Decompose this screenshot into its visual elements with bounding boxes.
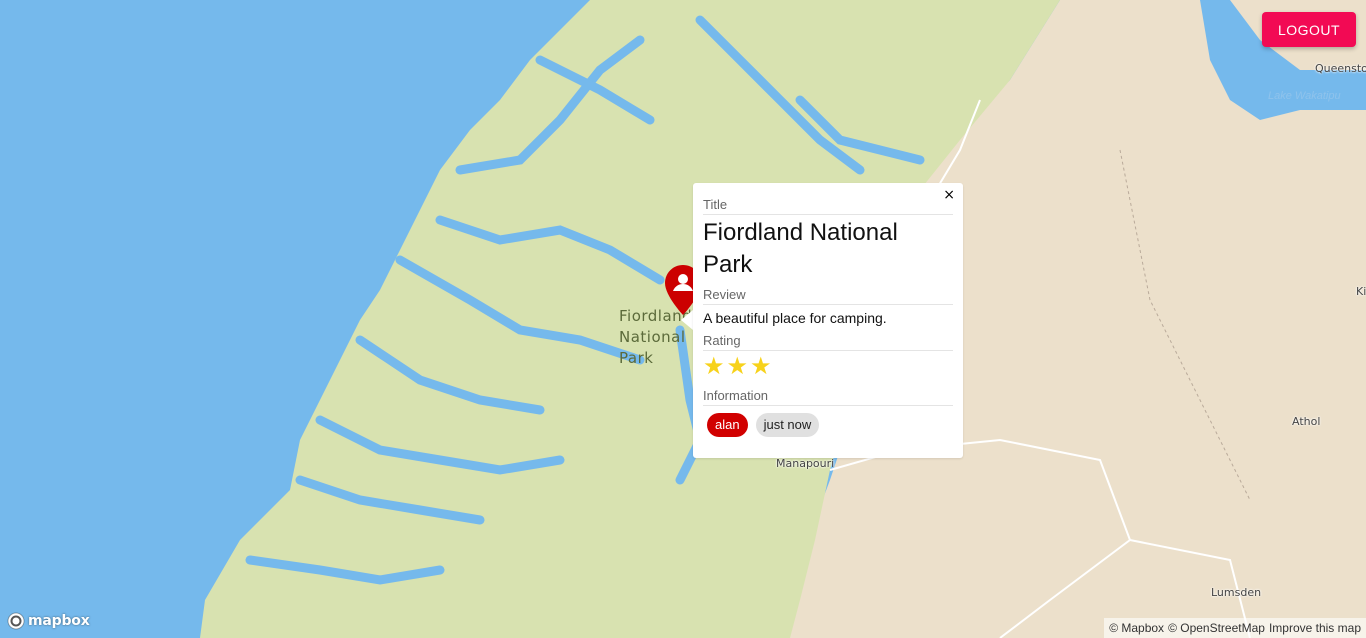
place-title: Fiordland National Park [703,219,898,278]
place-label-kingston: Ki [1356,285,1366,298]
place-label-queenstown: Queenstown [1315,62,1366,75]
place-popup: × Title Fiordland National Park Review A… [693,183,963,458]
title-section-label: Title [703,197,953,215]
mapbox-logo[interactable]: mapbox [7,611,90,631]
rating-section-label: Rating [703,333,953,351]
place-label-manapouri: Manapouri [776,457,835,470]
mapbox-logo-text: mapbox [28,613,90,629]
star-icon: ★ [750,352,772,380]
attribution-mapbox-link[interactable]: © Mapbox [1109,618,1164,638]
review-text: A beautiful place for camping. [703,310,887,326]
information-section-label: Information [703,388,953,406]
rating-stars: ★ ★ ★ [703,353,772,379]
place-label-athol: Athol [1292,415,1321,428]
mapbox-logo-icon [7,612,25,630]
popup-tip [681,310,693,330]
improve-map-link[interactable]: Improve this map [1269,618,1361,638]
place-label-lumsden: Lumsden [1211,586,1262,599]
logout-button[interactable]: LOGOUT [1262,12,1356,47]
review-section-label: Review [703,287,953,305]
star-icon: ★ [726,352,749,380]
map-attribution: © Mapbox © OpenStreetMap Improve this ma… [1104,618,1366,638]
user-chip: alan [707,413,748,437]
place-label-lake-wakatipu: Lake Wakatipu [1268,90,1341,102]
star-icon: ★ [703,352,725,380]
time-chip: just now [755,413,820,437]
info-chips: alan just now [707,413,820,437]
attribution-osm-link[interactable]: © OpenStreetMap [1168,618,1265,638]
